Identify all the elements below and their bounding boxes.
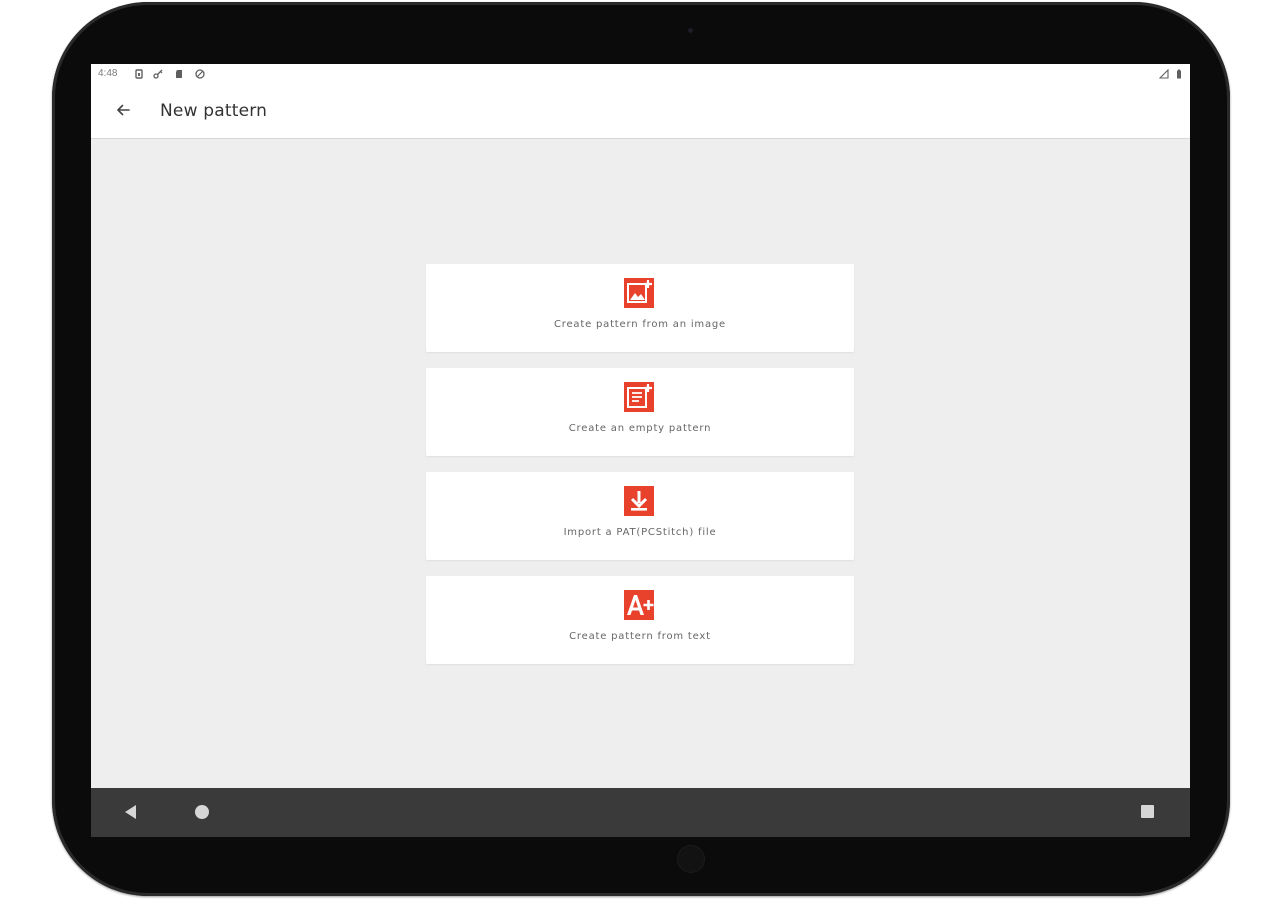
- add-text-icon: [624, 590, 654, 620]
- sd-card-icon: [174, 69, 184, 79]
- hardware-home-button: [677, 845, 705, 873]
- signal-icon: [1158, 68, 1169, 79]
- back-button[interactable]: [109, 98, 137, 126]
- option-label: Create pattern from an image: [554, 319, 726, 330]
- vpn-icon: [195, 69, 205, 79]
- download-icon: [624, 486, 654, 516]
- battery-icon: [1174, 69, 1184, 79]
- nav-recents-icon[interactable]: [1141, 805, 1154, 818]
- app-bar: New pattern: [91, 86, 1190, 139]
- status-bar: 4:48: [91, 64, 1190, 86]
- page-title: New pattern: [160, 101, 268, 121]
- arrow-back-icon: [115, 102, 131, 122]
- add-image-icon: [624, 278, 654, 308]
- status-time: 4:48: [98, 68, 118, 79]
- screen: 4:48 New pattern Create pattern from an …: [91, 64, 1190, 837]
- sim-icon: [134, 69, 144, 79]
- options-list: Create pattern from an image Create an e…: [91, 139, 1190, 788]
- option-label: Create pattern from text: [569, 631, 711, 642]
- import-pat-file-button[interactable]: Import a PAT(PCStitch) file: [426, 472, 854, 560]
- front-camera: [688, 28, 693, 33]
- create-empty-pattern-button[interactable]: Create an empty pattern: [426, 368, 854, 456]
- option-label: Import a PAT(PCStitch) file: [563, 527, 717, 538]
- create-from-image-button[interactable]: Create pattern from an image: [426, 264, 854, 352]
- key-icon: [153, 69, 163, 79]
- navigation-bar: [91, 788, 1190, 837]
- new-document-icon: [624, 382, 654, 412]
- nav-back-icon[interactable]: [125, 805, 136, 819]
- create-from-text-button[interactable]: Create pattern from text: [426, 576, 854, 664]
- nav-home-icon[interactable]: [195, 805, 209, 819]
- option-label: Create an empty pattern: [568, 423, 712, 434]
